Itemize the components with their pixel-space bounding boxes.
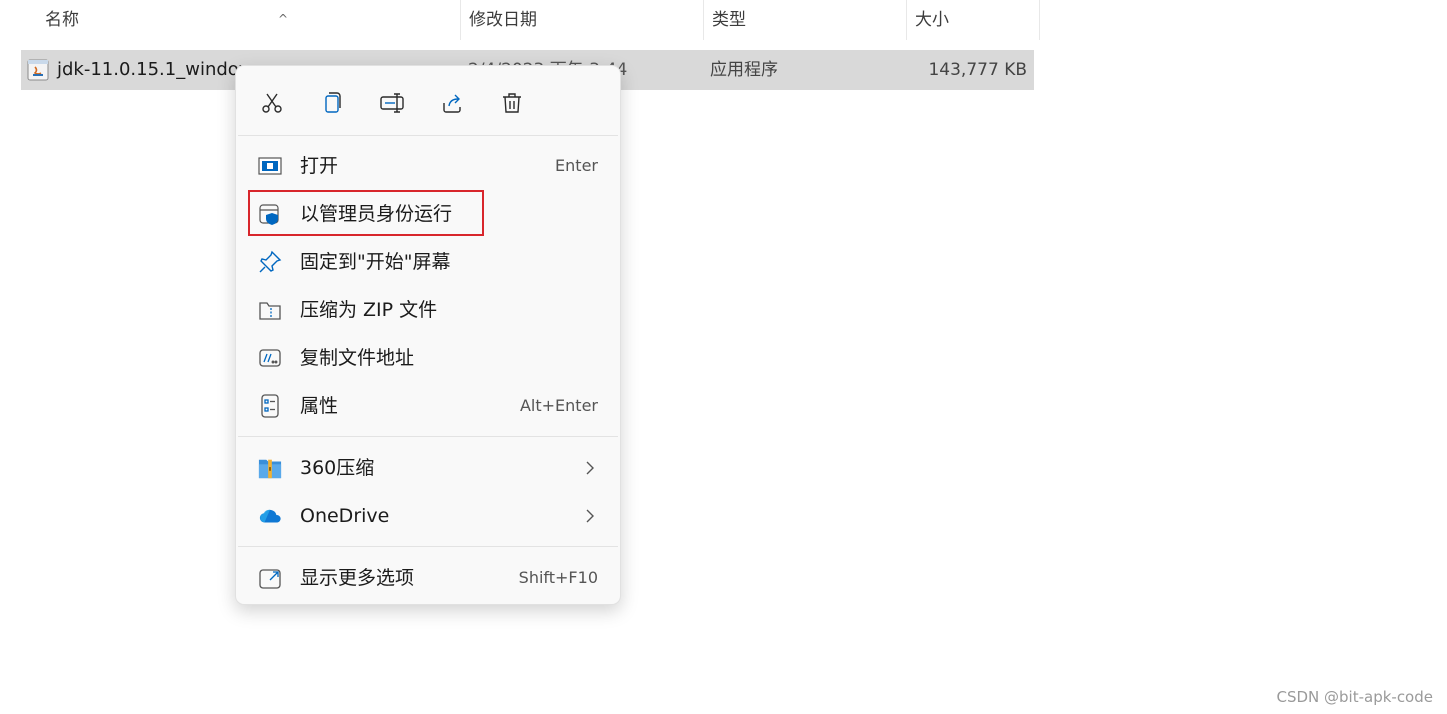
menu-item-more-options[interactable]: 显示更多选项 Shift+F10 [236,556,620,600]
share-icon [443,94,461,113]
share-button[interactable] [435,86,469,120]
menu-item-properties[interactable]: 属性 Alt+Enter [236,384,620,428]
menu-item-pin-start-label: 固定到"开始"屏幕 [300,251,451,273]
column-date-label: 修改日期 [469,10,537,30]
more-options-icon [258,566,282,590]
column-size-label: 大小 [915,10,949,30]
menu-item-open-shortcut: Enter [555,156,598,175]
file-size: 143,777 KB [928,60,1027,80]
menu-item-open[interactable]: 打开 Enter [236,144,620,188]
column-date-header[interactable]: 修改日期 [460,0,702,40]
menu-item-zip[interactable]: 压缩为 ZIP 文件 [236,288,620,332]
sort-ascending-icon: ^ [278,12,289,26]
menu-item-copy-path-label: 复制文件地址 [300,347,415,369]
copy-button[interactable] [315,86,349,120]
open-icon [258,154,282,178]
copy-icon [325,92,341,113]
zip-folder-icon [258,298,282,322]
menu-item-zip-label: 压缩为 ZIP 文件 [300,299,438,321]
context-menu-toolbar [236,66,620,136]
rename-icon [380,93,404,113]
menu-item-pin-start[interactable]: 固定到"开始"屏幕 [236,240,620,284]
column-type-header[interactable]: 类型 [703,0,905,40]
menu-item-360-compress-label: 360压缩 [300,457,375,479]
onedrive-cloud-icon [258,504,282,528]
menu-item-onedrive-label: OneDrive [300,505,390,527]
column-name-label: 名称 [45,10,79,30]
menu-item-more-options-label: 显示更多选项 [300,567,415,589]
file-type: 应用程序 [710,60,778,80]
delete-icon [503,93,521,113]
column-name-header[interactable]: 名称 ^ [37,0,459,40]
menu-item-copy-path[interactable]: 复制文件地址 [236,336,620,380]
chevron-right-icon [586,461,594,475]
menu-item-open-label: 打开 [300,155,339,177]
column-size-header[interactable]: 大小 [906,0,1040,40]
menu-item-onedrive[interactable]: OneDrive [236,494,620,538]
menu-item-properties-label: 属性 [300,395,339,417]
delete-button[interactable] [495,86,529,120]
column-header: 名称 ^ 修改日期 类型 大小 [0,0,1040,40]
properties-icon [258,394,282,418]
cut-icon [262,93,282,113]
menu-item-properties-shortcut: Alt+Enter [519,396,598,415]
java-installer-icon [27,59,49,81]
menu-divider [238,135,618,136]
column-type-label: 类型 [712,10,746,30]
file-name: jdk-11.0.15.1_window [57,59,254,80]
watermark: CSDN @bit-apk-code [1276,688,1433,706]
rename-button[interactable] [375,86,409,120]
menu-item-more-options-shortcut: Shift+F10 [518,568,598,587]
menu-divider [238,546,618,547]
360-zip-icon [258,456,282,480]
menu-item-360-compress[interactable]: 360压缩 [236,446,620,490]
pin-icon [258,250,282,274]
annotation-highlight-box [248,190,484,236]
menu-divider [238,436,618,437]
chevron-right-icon [586,509,594,523]
context-menu: 打开 Enter 以管理员身份运行 固定到"开始"屏幕 压缩为 ZIP 文件 复… [235,65,621,605]
copy-path-icon [258,346,282,370]
cut-button[interactable] [255,86,289,120]
